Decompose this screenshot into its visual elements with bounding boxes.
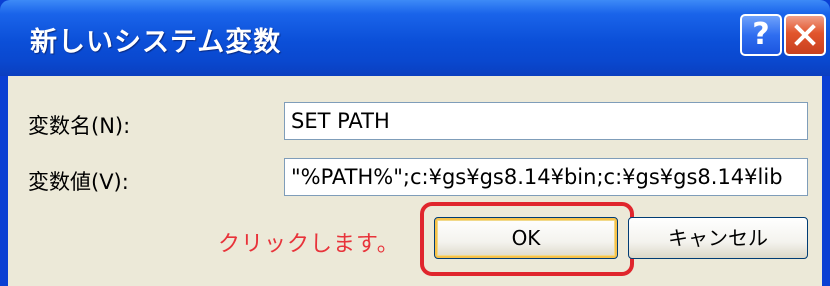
- dialog-window: 新しいシステム変数 ? 変数名(N): SET PATH 変数値(V): "%P…: [0, 0, 830, 286]
- close-button[interactable]: [784, 14, 826, 56]
- dialog-body: 変数名(N): SET PATH 変数値(V): "%PATH%";c:¥gs¥…: [8, 76, 822, 286]
- variable-name-input[interactable]: SET PATH: [284, 102, 808, 140]
- window-title: 新しいシステム変数: [30, 27, 282, 58]
- variable-value-label: 変数値(V):: [28, 170, 129, 194]
- cancel-button[interactable]: キャンセル: [628, 217, 808, 259]
- variable-name-label: 変数名(N):: [28, 114, 131, 138]
- title-bar[interactable]: 新しいシステム変数 ?: [0, 0, 830, 76]
- help-button[interactable]: ?: [740, 14, 782, 56]
- variable-value-input[interactable]: "%PATH%";c:¥gs¥gs8.14¥bin;c:¥gs¥gs8.14¥l…: [284, 158, 808, 196]
- help-icon: ?: [752, 17, 770, 52]
- close-icon: [794, 24, 816, 46]
- click-annotation: クリックします。: [218, 232, 400, 257]
- ok-button[interactable]: OK: [434, 217, 618, 259]
